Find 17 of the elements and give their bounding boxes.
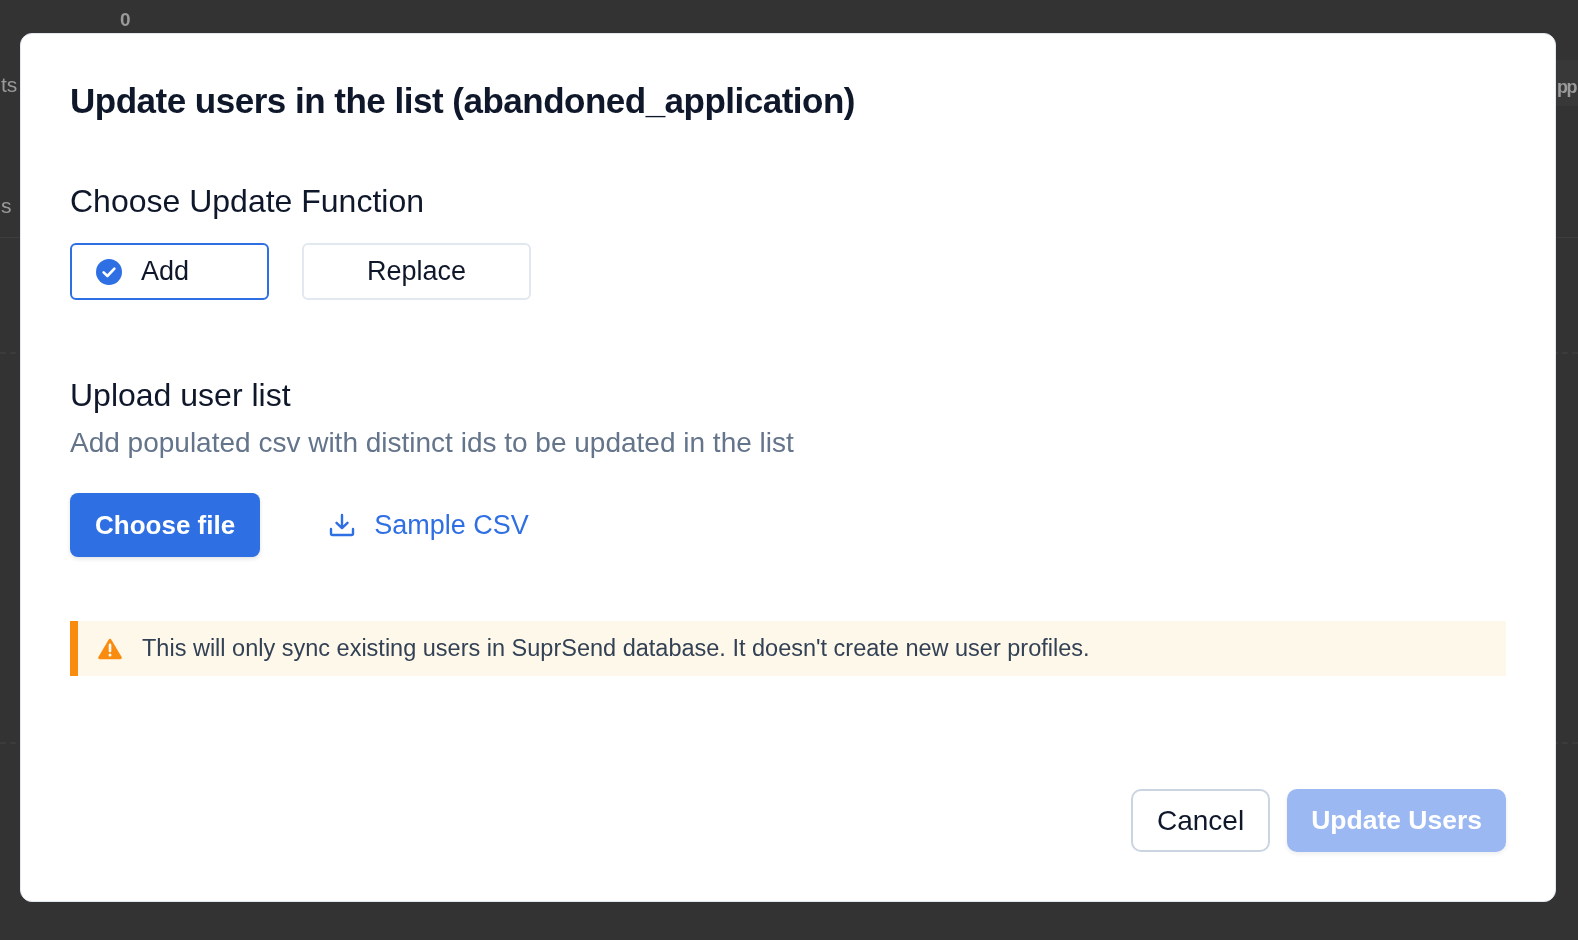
cancel-button[interactable]: Cancel (1131, 789, 1271, 852)
notice-text: This will only sync existing users in SuprSend database. It doesn't create new user profiles. (142, 635, 1090, 662)
check-circle-icon (96, 258, 122, 285)
sample-csv-link[interactable]: Sample CSV (329, 509, 529, 541)
background-text: ts (1, 72, 18, 98)
warning-icon (98, 637, 122, 660)
background-text: s (1, 193, 12, 219)
section-heading: Choose Update Function (70, 182, 424, 220)
section-description: Add populated csv with distinct ids to be updated in the list (70, 426, 794, 460)
background-text: pp (1557, 76, 1576, 99)
download-icon (329, 513, 356, 537)
choose-file-button[interactable]: Choose file (70, 493, 261, 557)
background-text: 0 (120, 9, 131, 31)
section-heading: Upload user list (70, 376, 291, 414)
option-button[interactable]: Replace (302, 243, 532, 300)
option-button[interactable]: Add (70, 243, 270, 300)
dialog-title: Update users in the list (abandoned_application) (70, 81, 855, 121)
